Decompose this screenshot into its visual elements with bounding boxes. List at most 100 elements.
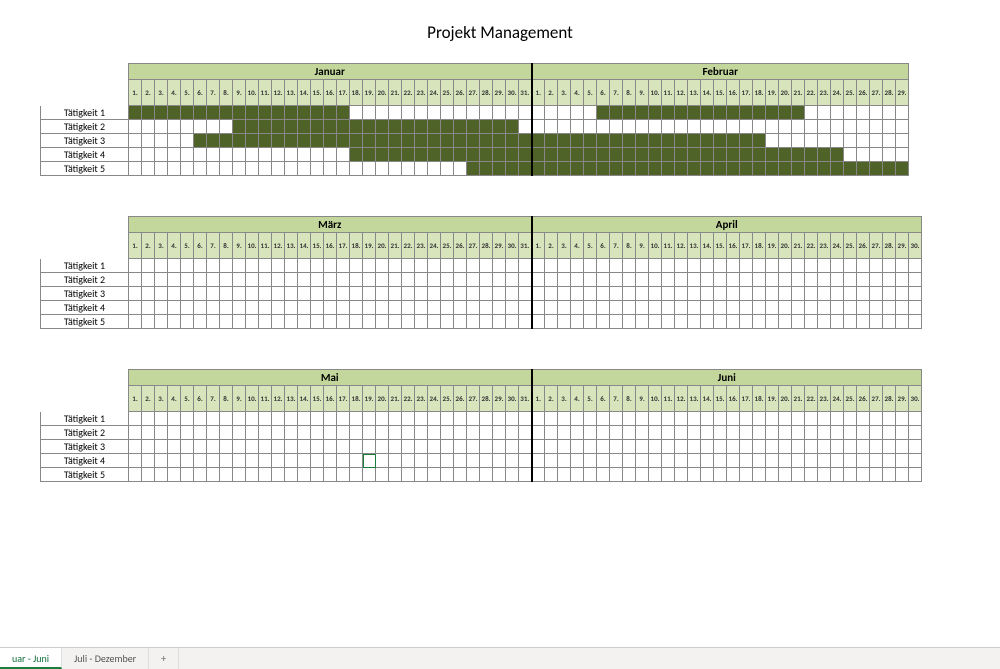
gantt-cell[interactable] xyxy=(727,301,740,315)
gantt-cell[interactable] xyxy=(818,454,831,468)
gantt-cell[interactable] xyxy=(870,440,883,454)
gantt-cell[interactable] xyxy=(220,440,233,454)
gantt-cell[interactable] xyxy=(233,426,246,440)
gantt-cell[interactable] xyxy=(857,426,870,440)
gantt-cell[interactable] xyxy=(649,301,662,315)
gantt-cell[interactable] xyxy=(207,440,220,454)
gantt-cell[interactable] xyxy=(272,440,285,454)
gantt-bar-cell[interactable] xyxy=(610,148,623,162)
gantt-bar-cell[interactable] xyxy=(493,134,506,148)
gantt-cell[interactable] xyxy=(766,287,779,301)
gantt-cell[interactable] xyxy=(571,426,584,440)
gantt-cell[interactable] xyxy=(753,468,766,482)
gantt-bar-cell[interactable] xyxy=(844,162,857,176)
gantt-cell[interactable] xyxy=(857,454,870,468)
gantt-cell[interactable] xyxy=(233,273,246,287)
gantt-cell[interactable] xyxy=(675,454,688,468)
gantt-cell[interactable] xyxy=(584,468,597,482)
gantt-bar-cell[interactable] xyxy=(376,120,389,134)
gantt-cell[interactable] xyxy=(285,426,298,440)
gantt-cell[interactable] xyxy=(519,440,532,454)
gantt-cell[interactable] xyxy=(493,440,506,454)
gantt-cell[interactable] xyxy=(844,134,857,148)
gantt-cell[interactable] xyxy=(389,106,402,120)
gantt-cell[interactable] xyxy=(155,315,168,329)
gantt-cell[interactable] xyxy=(519,301,532,315)
gantt-bar-cell[interactable] xyxy=(753,162,766,176)
gantt-bar-cell[interactable] xyxy=(324,106,337,120)
gantt-cell[interactable] xyxy=(467,259,480,273)
gantt-cell[interactable] xyxy=(792,259,805,273)
gantt-cell[interactable] xyxy=(532,454,545,468)
gantt-cell[interactable] xyxy=(532,412,545,426)
gantt-cell[interactable] xyxy=(363,315,376,329)
gantt-bar-cell[interactable] xyxy=(350,148,363,162)
gantt-cell[interactable] xyxy=(844,468,857,482)
gantt-cell[interactable] xyxy=(441,468,454,482)
gantt-bar-cell[interactable] xyxy=(207,106,220,120)
gantt-bar-cell[interactable] xyxy=(545,162,558,176)
gantt-cell[interactable] xyxy=(467,287,480,301)
gantt-cell[interactable] xyxy=(155,412,168,426)
gantt-cell[interactable] xyxy=(181,440,194,454)
gantt-cell[interactable] xyxy=(649,273,662,287)
gantt-bar-cell[interactable] xyxy=(480,162,493,176)
gantt-cell[interactable] xyxy=(792,454,805,468)
gantt-cell[interactable] xyxy=(623,259,636,273)
gantt-bar-cell[interactable] xyxy=(610,134,623,148)
gantt-cell[interactable] xyxy=(402,106,415,120)
gantt-cell[interactable] xyxy=(896,412,909,426)
gantt-cell[interactable] xyxy=(467,412,480,426)
gantt-cell[interactable] xyxy=(480,106,493,120)
gantt-cell[interactable] xyxy=(233,468,246,482)
gantt-cell[interactable] xyxy=(428,412,441,426)
gantt-cell[interactable] xyxy=(870,259,883,273)
gantt-cell[interactable] xyxy=(623,273,636,287)
gantt-cell[interactable] xyxy=(766,301,779,315)
gantt-cell[interactable] xyxy=(870,134,883,148)
gantt-cell[interactable] xyxy=(610,259,623,273)
gantt-cell[interactable] xyxy=(363,273,376,287)
gantt-cell[interactable] xyxy=(194,273,207,287)
gantt-cell[interactable] xyxy=(467,468,480,482)
gantt-cell[interactable] xyxy=(506,106,519,120)
gantt-cell[interactable] xyxy=(324,426,337,440)
gantt-cell[interactable] xyxy=(129,440,142,454)
gantt-cell[interactable] xyxy=(636,426,649,440)
gantt-cell[interactable] xyxy=(610,412,623,426)
gantt-cell[interactable] xyxy=(883,412,896,426)
gantt-cell[interactable] xyxy=(571,287,584,301)
gantt-bar-cell[interactable] xyxy=(363,120,376,134)
gantt-cell[interactable] xyxy=(662,454,675,468)
gantt-cell[interactable] xyxy=(701,440,714,454)
gantt-cell[interactable] xyxy=(142,315,155,329)
gantt-cell[interactable] xyxy=(480,454,493,468)
gantt-cell[interactable] xyxy=(129,148,142,162)
gantt-cell[interactable] xyxy=(337,412,350,426)
gantt-cell[interactable] xyxy=(376,106,389,120)
gantt-cell[interactable] xyxy=(272,273,285,287)
gantt-bar-cell[interactable] xyxy=(636,148,649,162)
gantt-cell[interactable] xyxy=(220,301,233,315)
gantt-cell[interactable] xyxy=(155,454,168,468)
gantt-cell[interactable] xyxy=(883,120,896,134)
gantt-cell[interactable] xyxy=(376,426,389,440)
gantt-bar-cell[interactable] xyxy=(324,120,337,134)
gantt-cell[interactable] xyxy=(662,120,675,134)
gantt-bar-cell[interactable] xyxy=(662,106,675,120)
gantt-bar-cell[interactable] xyxy=(714,134,727,148)
gantt-bar-cell[interactable] xyxy=(662,162,675,176)
gantt-bar-cell[interactable] xyxy=(857,162,870,176)
gantt-cell[interactable] xyxy=(467,273,480,287)
gantt-cell[interactable] xyxy=(675,426,688,440)
gantt-cell[interactable] xyxy=(766,120,779,134)
gantt-cell[interactable] xyxy=(389,426,402,440)
gantt-cell[interactable] xyxy=(597,287,610,301)
gantt-cell[interactable] xyxy=(376,440,389,454)
gantt-cell[interactable] xyxy=(181,120,194,134)
gantt-bar-cell[interactable] xyxy=(701,162,714,176)
gantt-cell[interactable] xyxy=(571,412,584,426)
gantt-cell[interactable] xyxy=(376,273,389,287)
gantt-cell[interactable] xyxy=(727,273,740,287)
gantt-cell[interactable] xyxy=(389,162,402,176)
